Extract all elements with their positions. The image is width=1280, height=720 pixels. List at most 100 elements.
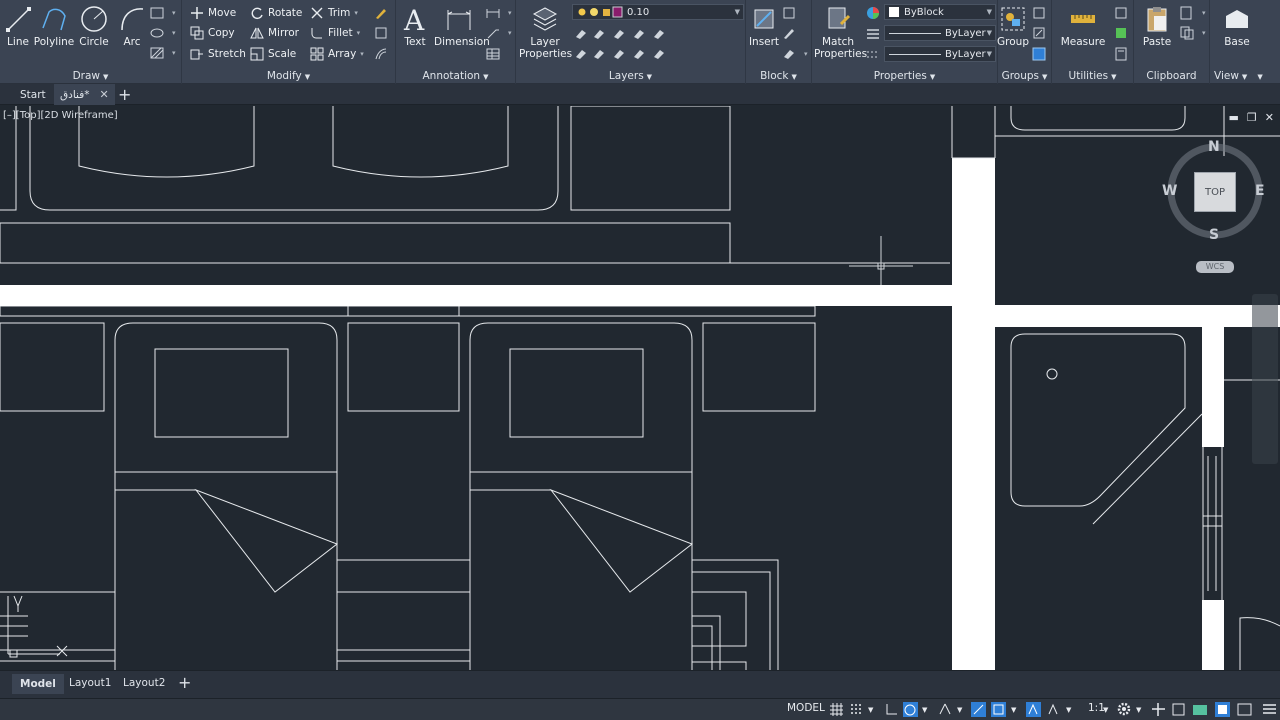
customization-menu-icon[interactable] [1262, 702, 1277, 717]
workspace-gear-icon[interactable] [1117, 702, 1132, 717]
lineweight-dropdown[interactable]: ByLayer ▼ [884, 25, 996, 41]
close-icon[interactable]: ✕ [1265, 111, 1274, 124]
fillet-button[interactable]: Fillet ▾ [310, 23, 360, 42]
select-all-tool[interactable] [1114, 23, 1132, 42]
table-tool[interactable] [486, 44, 504, 63]
isodraft-icon[interactable] [938, 702, 953, 717]
grid-icon[interactable] [829, 702, 844, 717]
offset-button[interactable] [374, 44, 392, 63]
group-button[interactable]: Group [990, 2, 1036, 64]
viewcube[interactable]: N S E W TOP WCS [1160, 136, 1270, 276]
erase-button[interactable] [374, 3, 392, 22]
copy-button[interactable]: Copy [190, 23, 235, 42]
wcs-menu[interactable]: WCS [1196, 261, 1234, 273]
arc-button[interactable]: Arc [109, 2, 155, 64]
measure-button[interactable]: Measure [1060, 2, 1106, 64]
clipboard-panel-title[interactable]: Clipboard [1134, 70, 1209, 82]
leader-tool[interactable]: ▾ [486, 23, 512, 42]
paste-button[interactable]: Paste [1134, 2, 1180, 64]
layout1-tab[interactable]: Layout1 [69, 677, 111, 689]
calculator-tool[interactable] [1114, 44, 1132, 63]
compass-east[interactable]: E [1255, 183, 1265, 199]
drawing-tab[interactable]: فنادق* ✕ [54, 84, 115, 105]
quick-properties-icon[interactable] [1193, 702, 1208, 717]
insert-button[interactable]: Insert [741, 2, 787, 64]
layers-panel-title[interactable]: Layers ▼ [516, 70, 745, 82]
auto-scale-icon[interactable] [1046, 702, 1061, 717]
annotation-panel-title[interactable]: Annotation ▼ [396, 70, 515, 82]
polar-dropdown[interactable]: ▼ [922, 706, 927, 714]
dimension-button[interactable]: Dimension [434, 2, 490, 64]
workspace-dropdown[interactable]: ▼ [1136, 706, 1141, 714]
base-button[interactable]: Base [1214, 2, 1260, 64]
copy-clip-tool[interactable]: ▾ [1180, 23, 1206, 42]
model-tab[interactable]: Model [12, 674, 64, 694]
add-layout-button[interactable]: + [178, 673, 191, 692]
group-select-tool[interactable] [1032, 44, 1050, 63]
isolate-objects-icon[interactable] [1215, 702, 1230, 717]
layer-dropdown[interactable]: 0.10 ▼ [572, 4, 744, 20]
block-panel-title[interactable]: Block ▼ [746, 70, 811, 82]
color-dropdown[interactable]: ByBlock ▼ [884, 4, 996, 20]
compass-west[interactable]: W [1162, 183, 1177, 199]
modify-panel-title[interactable]: Modify ▼ [182, 70, 395, 82]
ellipse-tool[interactable]: ▾ [150, 23, 176, 42]
scale-button[interactable]: Scale [250, 44, 296, 63]
annotation-scale-dropdown[interactable]: ▼ [1103, 706, 1108, 714]
snap-icon[interactable] [849, 702, 864, 717]
quick-select-tool[interactable] [1114, 3, 1132, 22]
ungroup-tool[interactable] [1032, 3, 1050, 22]
viewcube-top-face[interactable]: TOP [1194, 172, 1236, 212]
new-tab-button[interactable]: + [118, 84, 131, 105]
rectangle-tool[interactable]: ▾ [150, 3, 176, 22]
navigation-bar[interactable] [1252, 294, 1278, 464]
array-button[interactable]: Array ▾ [310, 44, 364, 63]
snap-dropdown[interactable]: ▼ [868, 706, 873, 714]
cut-tool[interactable]: ▾ [1180, 3, 1206, 22]
restore-icon[interactable]: ❐ [1247, 111, 1257, 124]
trim-button[interactable]: Trim ▾ [310, 3, 358, 22]
explode-button[interactable] [374, 23, 392, 42]
linetype-dropdown[interactable]: ByLayer ▼ [884, 46, 996, 62]
layer-tools-row-2[interactable] [574, 44, 668, 63]
hatch-tool[interactable]: ▾ [150, 43, 176, 62]
groups-panel-title[interactable]: Groups ▼ [998, 70, 1051, 82]
osnap-dropdown[interactable]: ▼ [1011, 706, 1016, 714]
annotation-monitor-icon[interactable] [1151, 702, 1166, 717]
mirror-button[interactable]: Mirror [250, 23, 299, 42]
group-edit-tool[interactable] [1032, 23, 1050, 42]
layout2-tab[interactable]: Layout2 [123, 677, 165, 689]
move-button[interactable]: Move [190, 3, 236, 22]
object-snap-tracking-icon[interactable] [971, 702, 986, 717]
polar-tracking-icon[interactable] [903, 702, 918, 717]
create-block-tool[interactable] [782, 3, 800, 22]
layer-tools-row-1[interactable] [574, 24, 668, 43]
view-panel-title[interactable]: View ▼ ▼ [1214, 70, 1280, 82]
annotation-visibility-icon[interactable] [1026, 702, 1041, 717]
clean-screen-icon[interactable] [1237, 702, 1252, 717]
compass-south[interactable]: S [1209, 227, 1219, 243]
text-button[interactable]: A Text [392, 2, 438, 64]
viewport-controls-label[interactable]: [–][Top][2D Wireframe] [3, 110, 118, 121]
auto-scale-dropdown[interactable]: ▼ [1066, 706, 1071, 714]
attribute-tool[interactable]: ▾ [782, 44, 808, 63]
drawing-canvas[interactable]: [–][Top][2D Wireframe] ▬ ❐ ✕ N S E W TOP… [0, 106, 1280, 670]
utilities-panel-title[interactable]: Utilities ▼ [1052, 70, 1133, 82]
close-tab-icon[interactable]: ✕ [99, 88, 108, 101]
properties-panel-title[interactable]: Properties ▼ [812, 70, 997, 82]
units-icon[interactable] [1171, 702, 1186, 717]
start-tab[interactable]: Start [12, 84, 54, 105]
linear-dim-tool[interactable]: ▾ [486, 3, 512, 22]
rotate-button[interactable]: Rotate [250, 3, 302, 22]
draw-panel-title[interactable]: Draw ▼ [0, 70, 181, 82]
model-space-toggle[interactable]: MODEL [787, 702, 825, 714]
isodraft-dropdown[interactable]: ▼ [957, 706, 962, 714]
layer-properties-button[interactable]: Layer Properties [519, 2, 572, 64]
ortho-icon[interactable] [884, 702, 899, 717]
object-snap-icon[interactable] [991, 702, 1006, 717]
edit-block-tool[interactable] [782, 23, 800, 42]
match-properties-button[interactable]: Match Properties [814, 2, 867, 64]
minimize-icon[interactable]: ▬ [1229, 111, 1239, 124]
compass-north[interactable]: N [1208, 139, 1220, 155]
stretch-button[interactable]: Stretch [190, 44, 246, 63]
